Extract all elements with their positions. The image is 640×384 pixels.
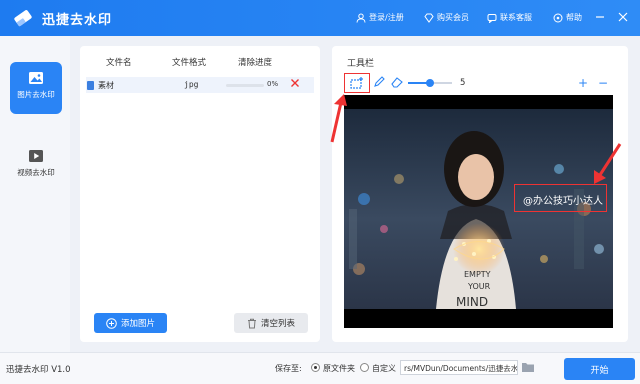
plus-circle-icon: [106, 317, 117, 329]
pen-icon[interactable]: [373, 76, 385, 88]
version-label: 迅捷去水印 V1.0: [6, 365, 71, 375]
sidebar: 图片去水印 视频去水印: [0, 36, 70, 352]
chat-icon: [487, 13, 497, 23]
column-header-format: 文件格式: [172, 58, 207, 68]
progress-text: 0%: [267, 80, 279, 88]
eraser-icon[interactable]: [390, 76, 403, 88]
add-image-button[interactable]: 添加图片: [94, 313, 167, 333]
image-icon: [29, 72, 43, 84]
start-button[interactable]: 开始: [564, 358, 635, 380]
clear-list-button[interactable]: 清空列表: [234, 313, 308, 333]
save-to-label: 保存至:: [275, 364, 302, 373]
column-header-progress: 清除进度: [238, 58, 273, 68]
radio-original-label: 原文件夹: [323, 364, 355, 373]
sidebar-item-label: 图片去水印: [17, 90, 55, 99]
radio-custom-folder[interactable]: [360, 363, 369, 372]
help-icon: [553, 13, 563, 22]
sidebar-item-image-watermark[interactable]: 图片去水印: [10, 62, 62, 114]
minimize-icon[interactable]: [594, 11, 606, 23]
close-icon[interactable]: [617, 11, 629, 23]
annotation-arrow-right: [594, 143, 622, 184]
rect-select-icon[interactable]: [349, 76, 365, 90]
diamond-icon: [424, 13, 434, 23]
trash-icon: [247, 318, 256, 328]
column-header-filename: 文件名: [106, 58, 132, 68]
login-label: 登录/注册: [369, 13, 404, 22]
help-label: 帮助: [566, 13, 582, 22]
clear-list-label: 清空列表: [260, 319, 295, 329]
shirt-text-1: EMPTY: [464, 270, 491, 279]
login-link[interactable]: 登录/注册: [356, 12, 404, 23]
radio-custom-label: 自定义: [372, 364, 396, 373]
file-name: 素材: [98, 81, 114, 90]
progress-bar: [226, 84, 264, 87]
shirt-text-2: YOUR: [467, 282, 491, 291]
toolbar-title: 工具栏: [347, 59, 375, 69]
eraser-logo-icon: [14, 10, 32, 27]
file-format: jpg: [184, 80, 199, 89]
sidebar-item-video-watermark[interactable]: 视频去水印: [10, 140, 62, 192]
buy-label: 购买会员: [437, 13, 469, 22]
save-path-field[interactable]: rs/MVDun/Documents/迅捷去水印: [400, 360, 518, 375]
brush-size-value: 5: [460, 78, 466, 88]
zoom-in-button[interactable]: +: [578, 76, 588, 90]
radio-original-folder[interactable]: [311, 363, 320, 372]
table-row[interactable]: [86, 77, 314, 93]
file-icon: [87, 81, 94, 90]
delete-icon[interactable]: [290, 78, 300, 88]
sidebar-item-label: 视频去水印: [17, 168, 55, 177]
brush-slider-knob[interactable]: [426, 79, 434, 87]
folder-icon[interactable]: [521, 360, 535, 374]
app-title: 迅捷去水印: [42, 13, 113, 28]
zoom-out-button[interactable]: −: [598, 76, 608, 90]
annotation-arrow-left: [330, 94, 347, 143]
video-play-icon: [29, 150, 43, 162]
buy-member-link[interactable]: 购买会员: [424, 12, 469, 23]
user-icon: [356, 13, 366, 23]
contact-support-link[interactable]: 联系客服: [487, 12, 532, 23]
shirt-text-3: MIND: [456, 295, 488, 309]
contact-label: 联系客服: [500, 13, 532, 22]
add-image-label: 添加图片: [120, 319, 155, 329]
title-bar: 迅捷去水印 登录/注册 购买会员 联系客服 帮助: [0, 0, 640, 36]
watermark-text: @办公技巧小达人: [523, 196, 603, 207]
help-link[interactable]: 帮助: [553, 12, 582, 23]
bottom-bar: [0, 352, 640, 384]
